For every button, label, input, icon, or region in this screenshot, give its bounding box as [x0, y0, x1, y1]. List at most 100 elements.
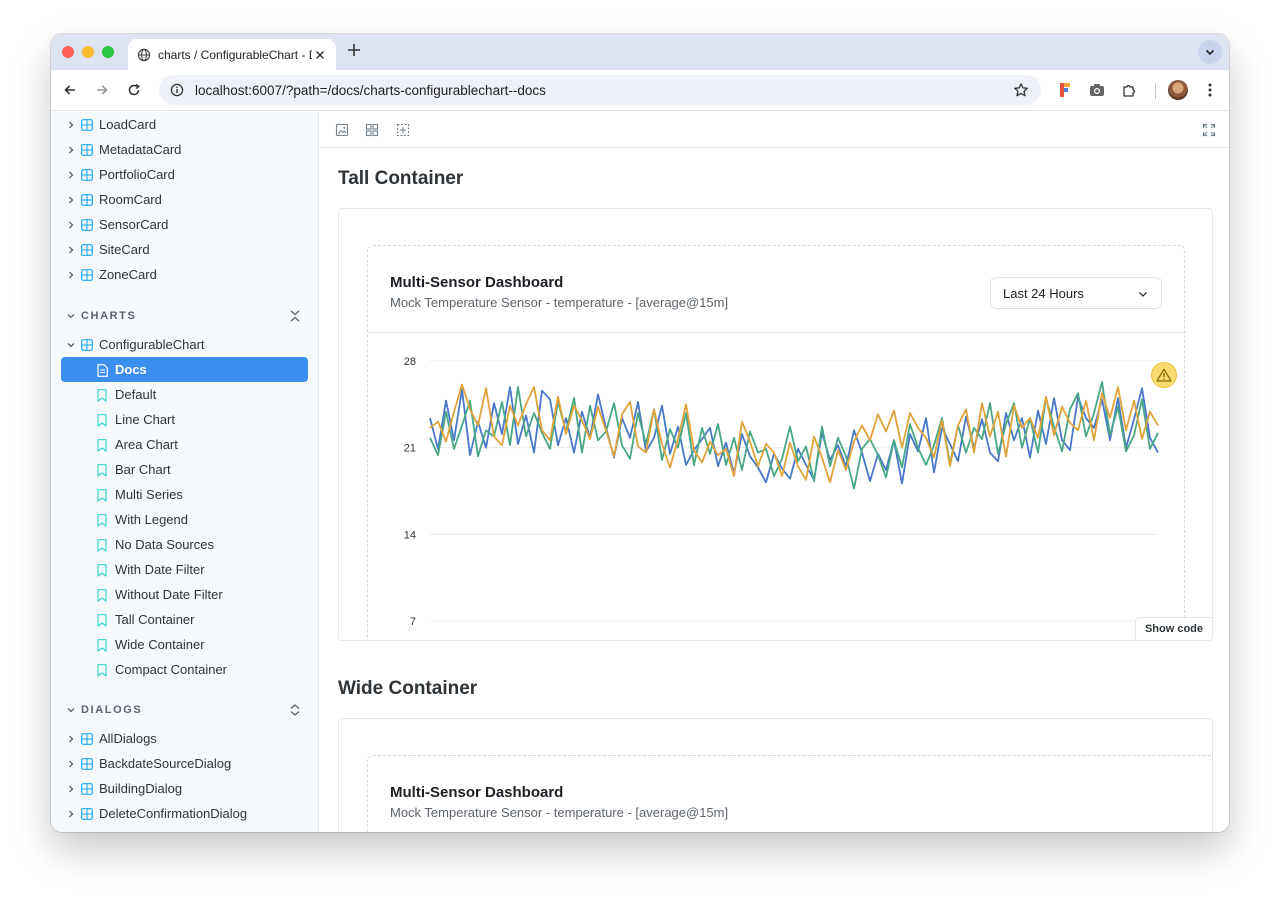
component-icon — [81, 168, 93, 181]
sidebar-item-sensorcard[interactable]: SensorCard — [51, 212, 318, 237]
fullscreen-icon[interactable] — [1202, 123, 1216, 137]
sidebar-story-line-chart[interactable]: Line Chart — [51, 407, 318, 432]
sidebar-item-zonecard[interactable]: ZoneCard — [51, 262, 318, 287]
sidebar-item-alldialogs[interactable]: AllDialogs — [51, 726, 318, 751]
sidebar-item-sitecard[interactable]: SiteCard — [51, 237, 318, 262]
sidebar-story-default[interactable]: Default — [51, 382, 318, 407]
info-icon[interactable] — [170, 83, 184, 97]
sidebar-story-bar-chart[interactable]: Bar Chart — [51, 457, 318, 482]
sidebar-item-label: Bar Chart — [115, 462, 171, 477]
bookmark-icon — [97, 663, 109, 677]
sidebar-item-label: SiteCard — [99, 242, 150, 257]
sidebar-item-label: BuildingDialog — [99, 781, 183, 796]
sidebar-item-label: ZoneCard — [99, 267, 157, 282]
show-code-button[interactable]: Show code — [1134, 617, 1212, 640]
sidebar-item-label: SensorCard — [99, 217, 169, 232]
grid-icon[interactable] — [365, 123, 379, 137]
tab-search-icon[interactable] — [1198, 40, 1222, 64]
docs-toolbar — [320, 112, 1229, 148]
series-line-1 — [429, 386, 1159, 485]
sidebar-item-label: DeleteConfirmationDialog — [99, 806, 248, 821]
camera-icon[interactable] — [1088, 81, 1106, 99]
charts-section-header[interactable]: CHARTS — [51, 306, 318, 326]
sidebar-story-with-date-filter[interactable]: With Date Filter — [51, 557, 318, 582]
maximize-window-button[interactable] — [102, 46, 114, 58]
expand-icon[interactable] — [288, 702, 302, 718]
series-line-2 — [429, 381, 1159, 490]
bookmark-icon — [97, 513, 109, 527]
sidebar-item-label: Default — [115, 387, 157, 402]
component-icon — [81, 268, 93, 281]
profile-avatar[interactable] — [1168, 80, 1188, 100]
chevron-down-icon — [66, 705, 76, 715]
sidebar-story-no-data-sources[interactable]: No Data Sources — [51, 532, 318, 557]
sidebar-story-compact-container[interactable]: Compact Container — [51, 657, 318, 682]
component-icon — [81, 218, 93, 231]
outline-icon[interactable] — [396, 123, 410, 137]
sidebar-item-label: Docs — [115, 362, 147, 377]
section-label: CHARTS — [81, 310, 137, 322]
component-icon — [81, 757, 93, 770]
sidebar-item-loadcard[interactable]: LoadCard — [51, 112, 318, 137]
globe-icon — [137, 48, 151, 62]
sidebar-story-multi-series[interactable]: Multi Series — [51, 482, 318, 507]
tab-title: charts / ConfigurableChart - D — [158, 47, 312, 62]
chevron-right-icon — [66, 270, 76, 280]
dialogs-section-header[interactable]: DIALOGS — [51, 700, 318, 720]
bookmark-icon — [97, 563, 109, 577]
tall-container-heading: Tall Container — [338, 168, 464, 189]
forward-icon[interactable] — [92, 80, 112, 100]
star-icon[interactable] — [1013, 82, 1029, 98]
warning-icon[interactable] — [1151, 362, 1177, 388]
line-chart: 28 21 14 7 — [404, 356, 1159, 628]
sidebar-item-label: ConfigurableChart — [99, 337, 205, 352]
bookmark-icon — [97, 413, 109, 427]
sidebar-item-label: PortfolioCard — [99, 167, 175, 182]
sidebar-story-area-chart[interactable]: Area Chart — [51, 432, 318, 457]
address-bar[interactable]: localhost:6007/?path=/docs/charts-config… — [159, 75, 1041, 105]
component-icon — [81, 243, 93, 256]
sidebar-item-metadatacard[interactable]: MetadataCard — [51, 137, 318, 162]
tab-close-icon[interactable] — [312, 47, 328, 63]
chevron-down-icon — [66, 340, 76, 350]
sidebar-story-with-legend[interactable]: With Legend — [51, 507, 318, 532]
bookmark-icon — [97, 613, 109, 627]
component-icon — [81, 338, 93, 351]
bookmark-icon — [97, 588, 109, 602]
chevron-down-icon — [1137, 288, 1149, 300]
reload-icon[interactable] — [124, 80, 144, 100]
sidebar-story-without-date-filter[interactable]: Without Date Filter — [51, 582, 318, 607]
chart-title: Multi-Sensor Dashboard — [390, 274, 564, 291]
collapse-icon[interactable] — [288, 308, 302, 324]
new-tab-icon[interactable] — [345, 42, 363, 60]
chart-title: Multi-Sensor Dashboard — [390, 784, 564, 801]
sidebar-item-buildingdialog[interactable]: BuildingDialog — [51, 776, 318, 801]
bookmark-icon — [97, 438, 109, 452]
sidebar-story-wide-container[interactable]: Wide Container — [51, 632, 318, 657]
sidebar-item-backdatesourcedialog[interactable]: BackdateSourceDialog — [51, 751, 318, 776]
minimize-window-button[interactable] — [82, 46, 94, 58]
extension-icon[interactable] — [1056, 81, 1074, 99]
sidebar-item-label: Area Chart — [115, 437, 178, 452]
close-window-button[interactable] — [62, 46, 74, 58]
sidebar-item-label: Compact Container — [115, 662, 227, 677]
bookmark-icon — [97, 388, 109, 402]
sidebar-item-deleteconfirmationdialog[interactable]: DeleteConfirmationDialog — [51, 801, 318, 826]
image-icon[interactable] — [335, 123, 349, 137]
sidebar-item-configurablechart[interactable]: ConfigurableChart — [51, 332, 318, 357]
date-range-select[interactable]: Last 24 Hours — [990, 277, 1162, 309]
back-icon[interactable] — [60, 80, 80, 100]
puzzle-icon[interactable] — [1120, 81, 1138, 99]
sidebar-item-label: BackdateSourceDialog — [99, 756, 232, 771]
sidebar-item-docs[interactable]: Docs — [61, 357, 308, 382]
url-text: localhost:6007/?path=/docs/charts-config… — [195, 82, 546, 98]
story-preview-tall: Multi-Sensor Dashboard Mock Temperature … — [338, 208, 1213, 641]
chevron-right-icon — [66, 809, 76, 819]
sidebar-item-label: With Date Filter — [115, 562, 205, 577]
menu-icon[interactable] — [1201, 81, 1219, 99]
sidebar-item-roomcard[interactable]: RoomCard — [51, 187, 318, 212]
story-preview-wide: Multi-Sensor Dashboard Mock Temperature … — [338, 718, 1213, 832]
sidebar-story-tall-container[interactable]: Tall Container — [51, 607, 318, 632]
sidebar-item-portfoliocard[interactable]: PortfolioCard — [51, 162, 318, 187]
browser-tab[interactable]: charts / ConfigurableChart - D — [128, 39, 336, 70]
